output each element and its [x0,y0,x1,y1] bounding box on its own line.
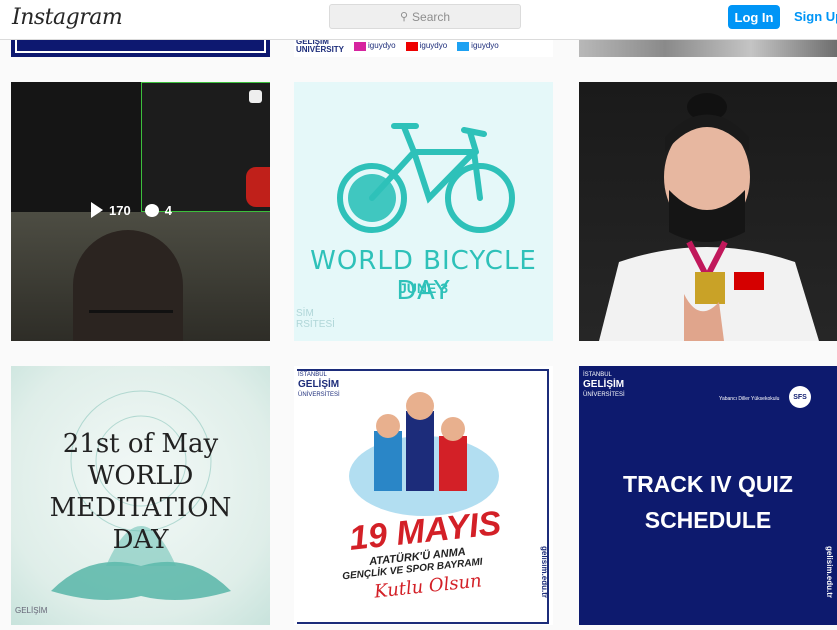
comment-icon [144,203,159,217]
bicycle-illustration [337,123,515,233]
log-in-button[interactable]: Log In [728,5,780,29]
post-thumbnail-19-mayis[interactable]: İSTANBUL GELİŞİM ÜNİVERSİTESİ 19 MAYIS A… [294,366,553,625]
bike-post-brand: SİM RSİTESİ [296,308,335,330]
search-input[interactable]: ⚲ Search [329,4,521,29]
ataturk-post-site: gelisim.edu.tr [540,546,549,599]
meditation-post-brand: GELİŞİM [15,606,48,615]
post-thumbnail-athlete[interactable] [579,82,837,341]
sign-up-link[interactable]: Sign Up [794,9,837,24]
post-thumbnail-bicycle-day[interactable]: WORLD BICYCLE DAY JUNE 3 SİM RSİTESİ [294,82,553,341]
instagram-icon [354,41,367,51]
reel-icon [249,90,262,103]
youtube-icon [405,41,418,51]
university-brand: GELİŞİM UNIVERSITY [296,37,345,54]
search-placeholder: Search [412,9,451,24]
ataturk-illustration [349,392,499,516]
post-thumbnail-quiz[interactable]: İSTANBUL GELİŞİM ÜNİVERSİTESİ Yabancı Di… [579,366,837,625]
post-thumbnail-video[interactable]: 170 4 [11,82,270,341]
school-badge: SFS [789,386,811,408]
play-icon [91,202,103,218]
bike-post-title: WORLD BICYCLE DAY [310,246,537,306]
athlete-photo [599,93,819,341]
comment-count: 4 [164,202,172,218]
instagram-handle: iguydyo [354,41,396,51]
instagram-logo[interactable]: Instagram [12,5,123,30]
post-thumbnail-meditation-day[interactable]: 21st of May WORLD MEDITATION DAY GELİŞİM [11,366,270,625]
view-count: 170 [109,202,131,218]
video-stats-overlay: 170 4 [91,202,172,218]
meditation-post-text: 21st of May WORLD MEDITATION DAY [49,429,232,555]
search-icon: ⚲ [399,11,409,23]
youtube-handle: iguydyo [405,41,447,51]
quiz-post-site: gelisim.edu.tr [825,546,834,599]
twitter-icon [457,41,470,51]
bike-post-date: JUNE 3 [398,280,449,296]
quiz-post-school: Yabancı Diller Yüksekokulu [719,396,780,402]
university-logo: İSTANBUL GELİŞİM ÜNİVERSİTESİ [583,372,625,398]
quiz-post-title: TRACK IV QUIZ SCHEDULE [623,471,793,533]
top-navigation-bar: Instagram ⚲ Search Log In Sign Up [0,0,837,40]
twitter-handle: iguydyo [457,41,499,51]
